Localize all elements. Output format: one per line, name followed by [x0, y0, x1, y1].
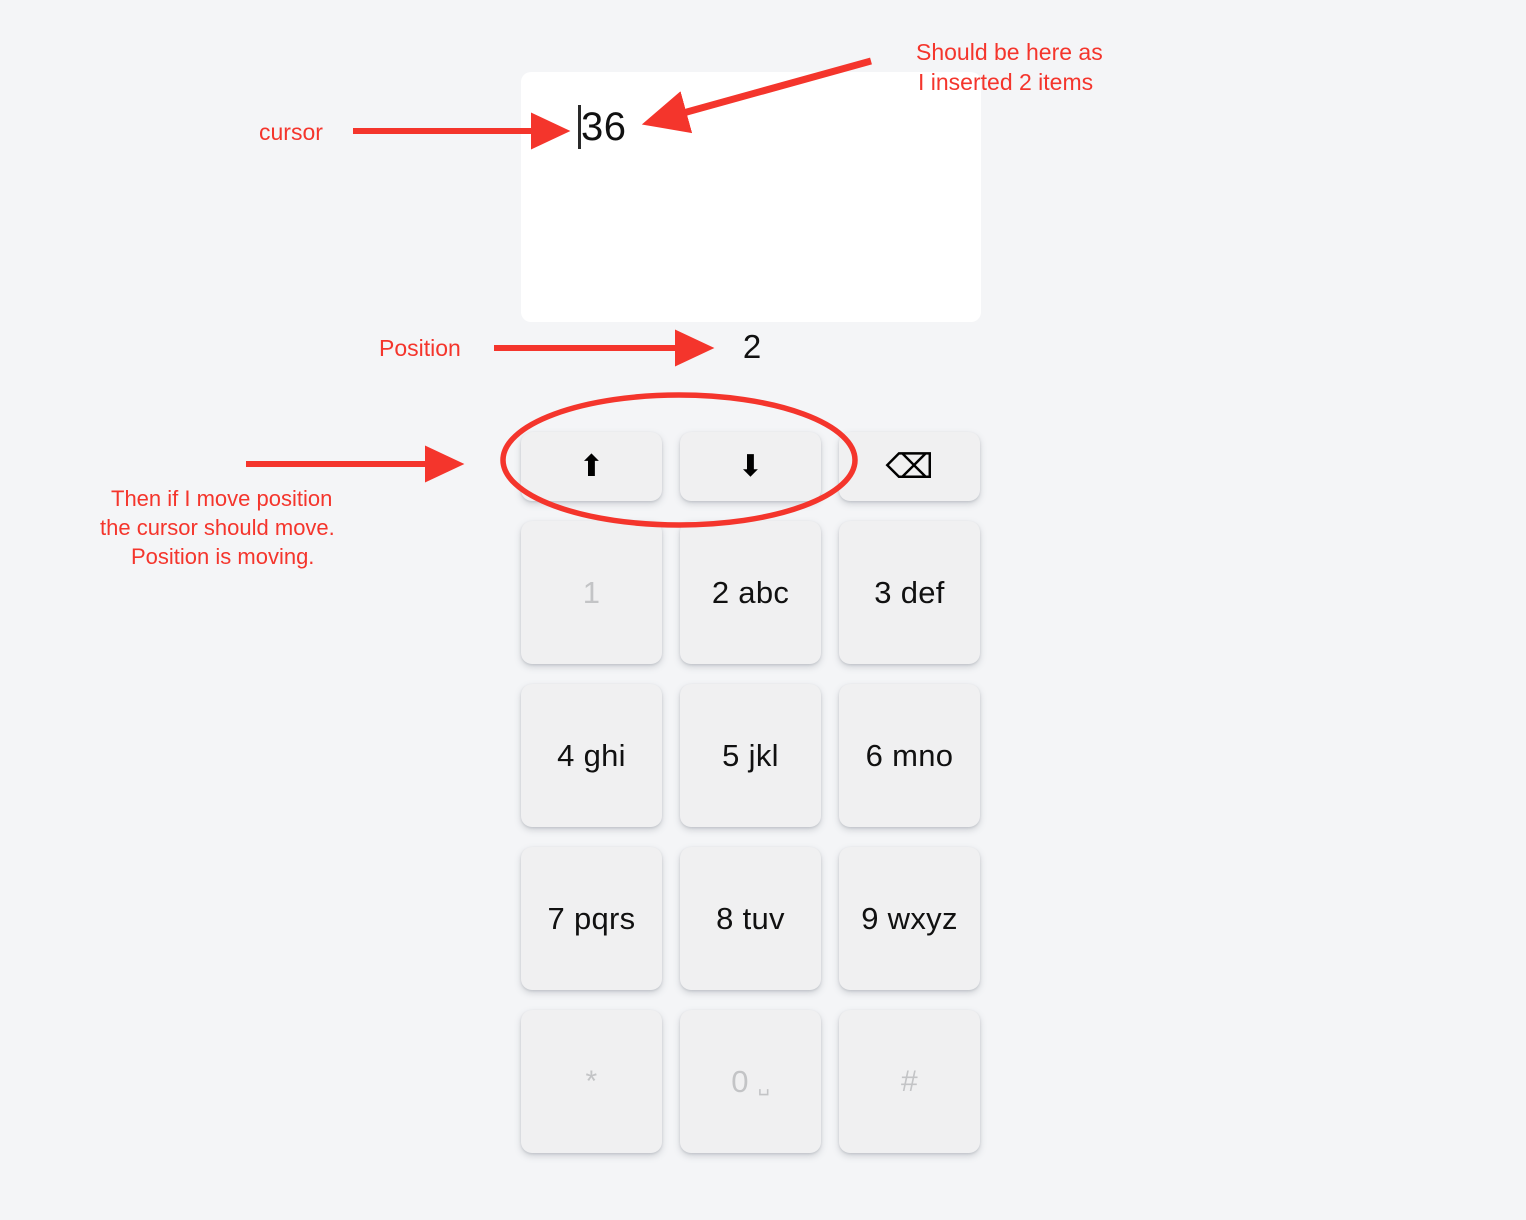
- text-field-line: 36: [578, 104, 627, 150]
- annotation-move-line2: the cursor should move.: [100, 515, 335, 540]
- key-9[interactable]: 9 wxyz: [839, 847, 980, 990]
- key-4-label: 4 ghi: [557, 738, 626, 773]
- text-field-value: 36: [581, 105, 627, 149]
- key-star[interactable]: *: [521, 1010, 662, 1153]
- key-7[interactable]: 7 pqrs: [521, 847, 662, 990]
- key-6[interactable]: 6 mno: [839, 684, 980, 827]
- key-6-label: 6 mno: [865, 738, 954, 773]
- backspace-icon: ⌫: [885, 447, 934, 486]
- key-2-label: 2 abc: [711, 575, 790, 610]
- annotation-cursor-label: cursor: [259, 119, 323, 145]
- key-2[interactable]: 2 abc: [680, 521, 821, 664]
- cursor-down-key[interactable]: ⬇: [680, 432, 821, 501]
- arrow-down-icon: ⬇: [737, 449, 764, 483]
- backspace-key[interactable]: ⌫: [839, 432, 980, 501]
- key-5-label: 5 jkl: [722, 738, 779, 773]
- key-1[interactable]: 1: [521, 521, 662, 664]
- annotation-position-label: Position: [379, 335, 461, 361]
- key-3[interactable]: 3 def: [839, 521, 980, 664]
- annotation-move-line1: Then if I move position: [111, 486, 333, 511]
- space-icon: ␣: [757, 1075, 770, 1096]
- position-value: 2: [742, 328, 762, 365]
- annotation-inserted-line1: Should be here as: [916, 39, 1103, 65]
- key-8[interactable]: 8 tuv: [680, 847, 821, 990]
- key-7-label: 7 pqrs: [547, 901, 636, 936]
- key-5[interactable]: 5 jkl: [680, 684, 821, 827]
- key-4[interactable]: 4 ghi: [521, 684, 662, 827]
- annotation-inserted-line2: I inserted 2 items: [918, 69, 1094, 95]
- key-1-label: 1: [582, 575, 601, 610]
- key-0-label: 0: [731, 1064, 749, 1099]
- arrow-up-icon: ⬆: [578, 449, 605, 483]
- key-3-label: 3 def: [874, 575, 945, 610]
- text-field-card[interactable]: 36: [521, 72, 981, 322]
- key-hash[interactable]: #: [839, 1010, 980, 1153]
- key-star-label: *: [585, 1064, 598, 1098]
- key-9-label: 9 wxyz: [861, 901, 958, 936]
- key-0[interactable]: 0 ␣: [680, 1010, 821, 1153]
- key-hash-label: #: [901, 1064, 918, 1098]
- cursor-up-key[interactable]: ⬆: [521, 432, 662, 501]
- annotation-move-line3: Position is moving.: [131, 544, 315, 569]
- key-8-label: 8 tuv: [716, 901, 785, 936]
- keypad: ⬆ ⬇ ⌫ 1 2 abc 3 def 4 ghi 5 jkl 6 mno 7 …: [521, 432, 981, 1153]
